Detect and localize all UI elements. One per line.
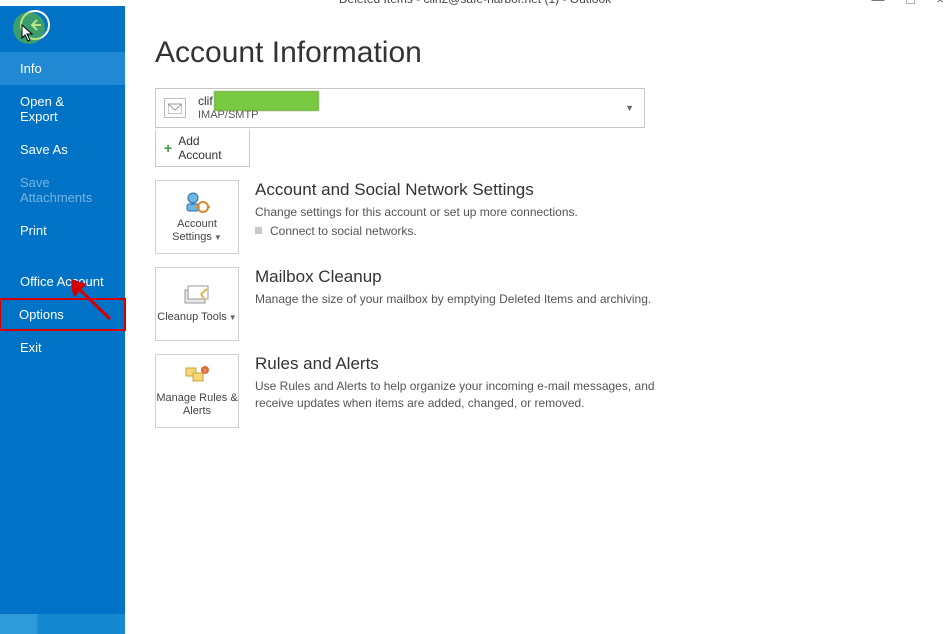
cleanup-tools-tile[interactable]: Cleanup Tools▼ [155,267,239,341]
sidebar-item-label: Office Account [20,274,104,289]
section-body: Use Rules and Alerts to help organize yo… [255,378,665,412]
sidebar-item-label: Print [20,223,47,238]
section-mailbox-cleanup: Cleanup Tools▼ Mailbox Cleanup Manage th… [155,267,920,341]
sidebar-item-exit[interactable]: Exit [0,331,125,364]
chevron-down-icon: ▼ [229,313,237,322]
manage-rules-tile[interactable]: ! Manage Rules & Alerts [155,354,239,428]
sidebar-item-print[interactable]: Print [0,214,125,247]
account-settings-icon [183,190,211,214]
section-heading: Rules and Alerts [255,354,665,374]
titlebar: Deleted Items - clin2@safe-harbor.net (1… [0,0,950,6]
minimize-button[interactable]: — [872,0,885,7]
redaction-overlay [214,91,319,111]
tile-label: Cleanup Tools [157,311,227,323]
section-body: Change settings for this account or set … [255,204,665,221]
sidebar-accent [0,614,125,634]
sidebar-item-office-account[interactable]: Office Account [0,265,125,298]
section-heading: Account and Social Network Settings [255,180,665,200]
section-account-settings: Account Settings▼ Account and Social Net… [155,180,920,254]
chevron-down-icon: ▼ [625,103,634,113]
plus-icon: + [164,140,172,156]
sidebar-item-label: Save Attachments [20,175,92,205]
back-button[interactable] [20,10,50,40]
rules-alerts-icon: ! [183,364,211,388]
sidebar-item-save-as[interactable]: Save As [0,133,125,166]
sidebar-item-label: Open & Export [20,94,64,124]
connect-social-link[interactable]: Connect to social networks. [255,224,665,238]
page-title: Account Information [155,36,920,70]
add-account-button[interactable]: + Add Account [155,130,250,167]
tile-label: Account Settings [172,218,217,243]
account-settings-tile[interactable]: Account Settings▼ [155,180,239,254]
main-panel: Account Information clif IMAP/SMTP ▼ + A… [125,6,950,634]
maximize-button[interactable]: □ [907,0,915,7]
account-icon [164,98,186,118]
sidebar-item-save-attachments: Save Attachments [0,166,125,214]
sidebar-item-open-export[interactable]: Open & Export [0,85,125,133]
sidebar-item-label: Info [20,61,42,76]
sidebar-item-options[interactable]: Options [0,298,126,331]
sidebar-item-info[interactable]: Info [0,52,125,85]
window-title: Deleted Items - clin2@safe-harbor.net (1… [339,0,611,6]
add-account-label: Add Account [178,134,241,162]
section-heading: Mailbox Cleanup [255,267,665,287]
account-dropdown[interactable]: clif IMAP/SMTP ▼ [155,88,645,128]
cleanup-tools-icon [183,283,211,307]
close-button[interactable]: × [936,0,944,7]
tile-label: Manage Rules & Alerts [156,392,237,417]
sidebar-item-label: Exit [20,340,42,355]
chevron-down-icon: ▼ [214,233,222,242]
window-controls: — □ × [872,0,944,7]
sidebar-item-label: Options [19,307,64,322]
section-rules-alerts: ! Manage Rules & Alerts Rules and Alerts… [155,354,920,428]
bullet-icon [255,227,262,234]
bullet-label: Connect to social networks. [270,224,417,238]
section-body: Manage the size of your mailbox by empty… [255,291,665,308]
sidebar-item-label: Save As [20,142,68,157]
backstage-sidebar: Info Open & Export Save As Save Attachme… [0,6,125,634]
